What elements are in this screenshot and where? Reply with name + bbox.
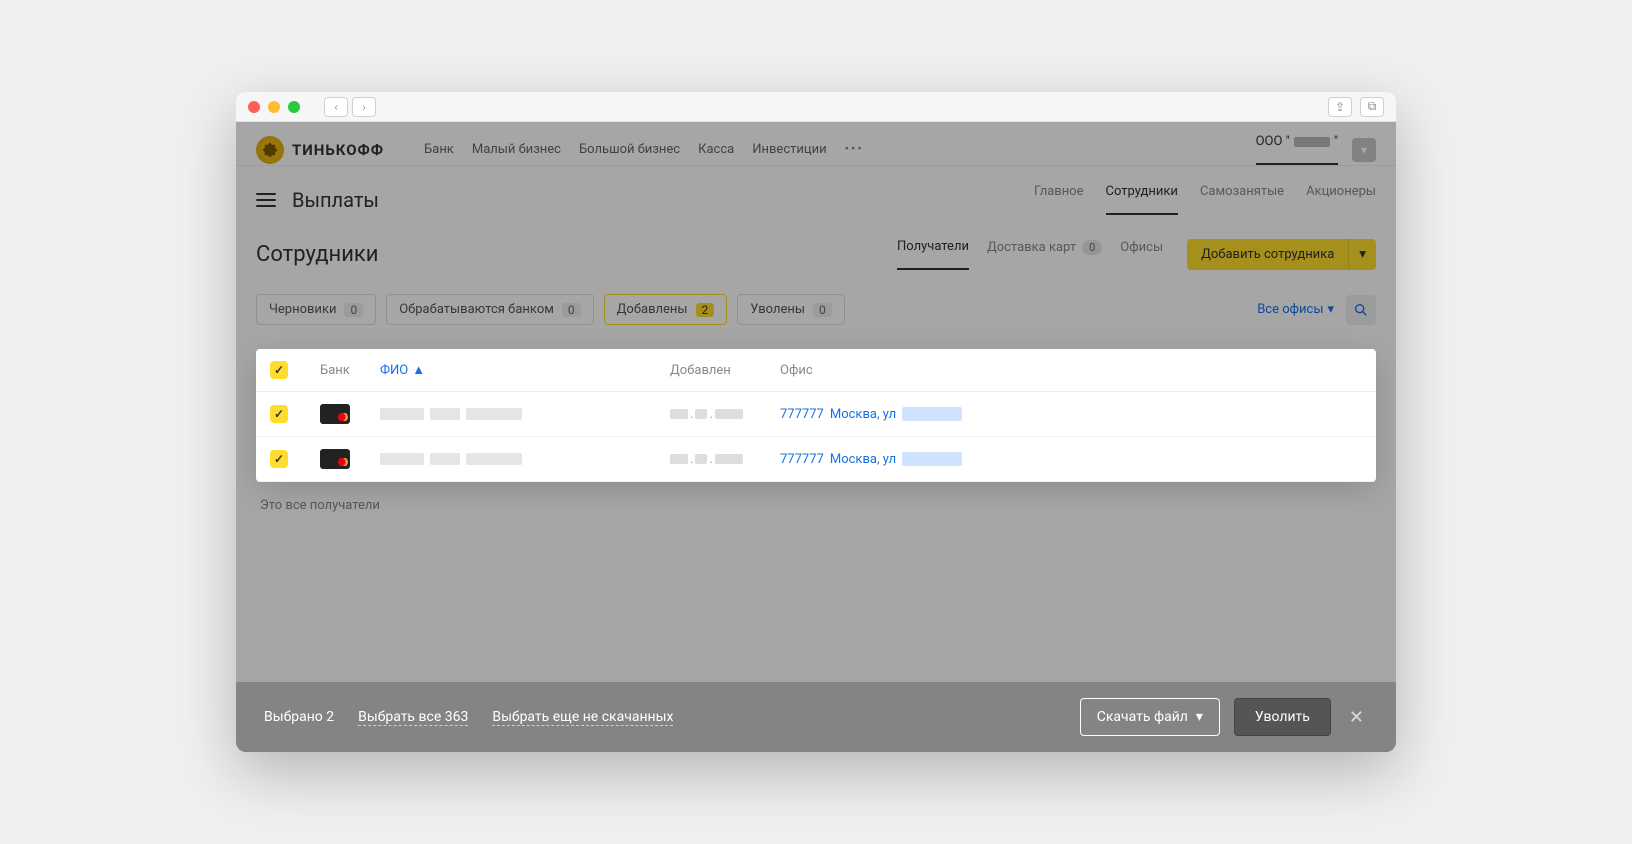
selected-count: Выбрано 2 <box>264 709 334 725</box>
app-body: ТИНЬКОФФ Банк Малый бизнес Большой бизне… <box>236 122 1396 752</box>
th-added: Добавлен <box>670 363 770 378</box>
fio-redacted <box>380 408 660 420</box>
nav-forward-button[interactable]: › <box>352 97 376 117</box>
row-checkbox[interactable] <box>270 405 288 423</box>
table-row[interactable]: .. 777777 Москва, ул <box>256 392 1376 437</box>
dismiss-button[interactable]: Уволить <box>1234 698 1331 736</box>
nav-back-button[interactable]: ‹ <box>324 97 348 117</box>
titlebar-right: ⇪ ⧉ <box>1328 97 1384 117</box>
row-checkbox[interactable] <box>270 450 288 468</box>
chevron-down-icon: ▾ <box>1196 709 1203 725</box>
added-date-redacted: .. <box>670 452 770 467</box>
office-address-redacted <box>902 452 962 466</box>
download-file-button[interactable]: Скачать файл ▾ <box>1080 698 1220 736</box>
office-link[interactable]: 777777 Москва, ул <box>780 452 1362 467</box>
traffic-lights <box>248 101 300 113</box>
table-row[interactable]: .. 777777 Москва, ул <box>256 437 1376 482</box>
th-bank: Банк <box>320 363 370 378</box>
window-minimize-icon[interactable] <box>268 101 280 113</box>
table-header: Банк ФИО ▲ Добавлен Офис <box>256 349 1376 392</box>
window-titlebar: ‹ › ⇪ ⧉ <box>236 92 1396 122</box>
tabs-icon[interactable]: ⧉ <box>1360 97 1384 117</box>
select-all-checkbox[interactable] <box>270 361 288 379</box>
th-fio-sort[interactable]: ФИО ▲ <box>380 362 660 378</box>
select-not-downloaded-link[interactable]: Выбрать еще не скачанных <box>492 709 673 726</box>
sort-asc-icon: ▲ <box>412 362 425 378</box>
window-close-icon[interactable] <box>248 101 260 113</box>
browser-window: ‹ › ⇪ ⧉ ТИНЬКОФФ Банк Малый бизнес Больш… <box>236 92 1396 752</box>
office-address-redacted <box>902 407 962 421</box>
nav-arrows: ‹ › <box>324 97 376 117</box>
select-all-link[interactable]: Выбрать все 363 <box>358 709 468 726</box>
fio-redacted <box>380 453 660 465</box>
share-icon[interactable]: ⇪ <box>1328 97 1352 117</box>
employee-table: Банк ФИО ▲ Добавлен Офис .. 777777 Москв… <box>256 349 1376 482</box>
action-bar-right: Скачать файл ▾ Уволить ✕ <box>1080 698 1368 736</box>
bank-card-icon <box>320 404 350 424</box>
window-maximize-icon[interactable] <box>288 101 300 113</box>
selection-action-bar: Выбрано 2 Выбрать все 363 Выбрать еще не… <box>236 682 1396 752</box>
th-office: Офис <box>780 363 1362 378</box>
action-bar-left: Выбрано 2 Выбрать все 363 Выбрать еще не… <box>264 709 673 726</box>
close-icon[interactable]: ✕ <box>1345 703 1368 732</box>
office-link[interactable]: 777777 Москва, ул <box>780 407 1362 422</box>
bank-card-icon <box>320 449 350 469</box>
added-date-redacted: .. <box>670 407 770 422</box>
